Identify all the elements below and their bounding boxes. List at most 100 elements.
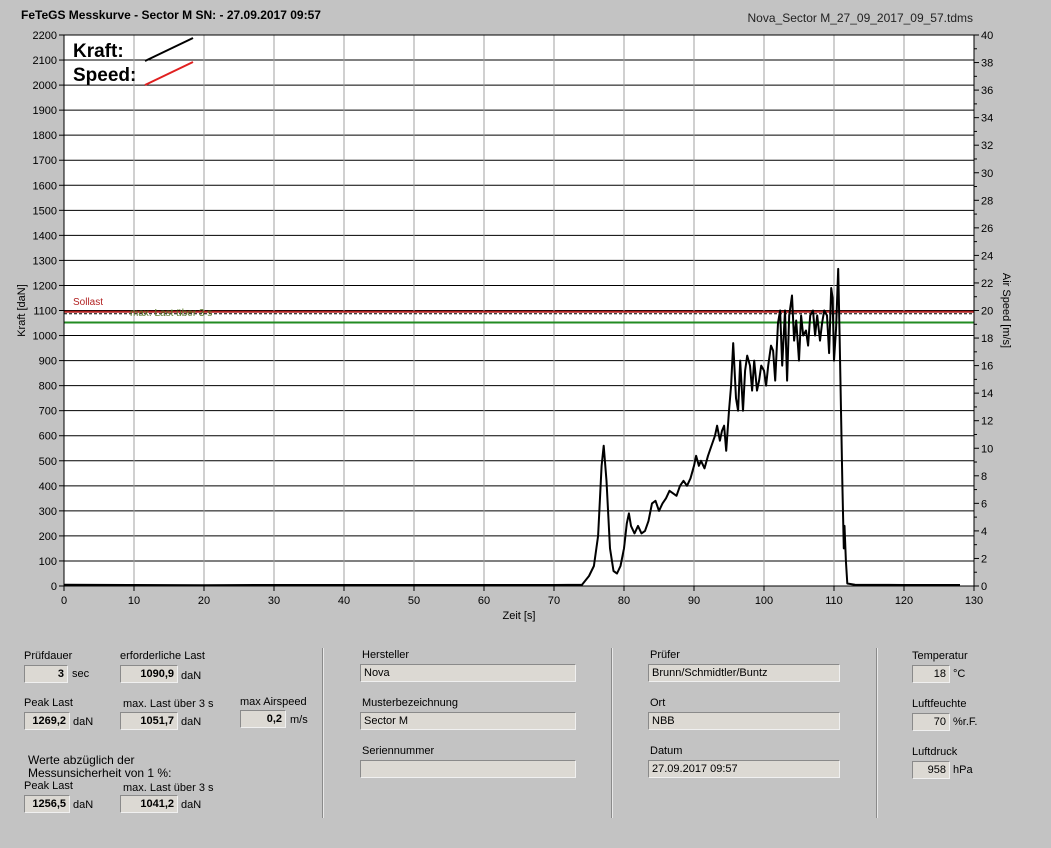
y-tick-label: 1100 — [33, 306, 57, 318]
peak-last-2-label: Peak Last — [24, 780, 73, 792]
werte-note-line2: Messunsicherheit von 1 %: — [28, 766, 172, 780]
luftdruck-unit: hPa — [953, 764, 973, 776]
hersteller-field[interactable]: Nova — [360, 664, 576, 682]
x-tick-label: 0 — [61, 595, 67, 607]
separator — [322, 648, 324, 818]
pruefdauer-value: 3 — [24, 665, 68, 683]
pruefer-label: Prüfer — [650, 649, 680, 661]
erforderliche-last-value: 1090,9 — [120, 665, 178, 683]
y-tick-label: 400 — [39, 481, 57, 493]
seriennummer-field[interactable] — [360, 760, 576, 778]
y-tick-label: 800 — [39, 381, 57, 393]
max-last-line-label: max. Last über 3 s — [130, 308, 212, 319]
y-tick-label: 300 — [39, 506, 57, 518]
separator — [876, 648, 878, 818]
max-airspeed-label: max Airspeed — [240, 696, 307, 708]
ort-field[interactable]: NBB — [648, 712, 840, 730]
temperatur-label: Temperatur — [912, 650, 968, 662]
luftdruck-value: 958 — [912, 761, 950, 779]
y-tick-label: 200 — [39, 531, 57, 543]
pruefdauer-label: Prüfdauer — [24, 650, 73, 662]
y-tick-label: 1300 — [33, 255, 57, 267]
musterbezeichnung-field[interactable]: Sector M — [360, 712, 576, 730]
peak-last-unit: daN — [73, 716, 94, 728]
musterbezeichnung-label: Musterbezeichnung — [362, 697, 459, 709]
y2-tick-label: 2 — [981, 553, 987, 565]
x-tick-label: 110 — [825, 595, 843, 607]
x-tick-label: 60 — [478, 595, 490, 607]
y2-tick-label: 32 — [981, 140, 993, 152]
temperatur-value: 18 — [912, 665, 950, 683]
hersteller-label: Hersteller — [362, 649, 410, 661]
y-tick-label: 1900 — [33, 105, 57, 117]
y-axis-label: Kraft [daN] — [16, 284, 28, 337]
luftfeuchte-unit: %r.F. — [953, 716, 978, 728]
y2-tick-label: 40 — [981, 30, 993, 42]
y2-tick-label: 12 — [981, 416, 993, 428]
y2-tick-label: 0 — [981, 581, 987, 593]
erforderliche-last-label: erforderliche Last — [120, 650, 205, 662]
ort-label: Ort — [650, 697, 666, 709]
max-airspeed-value: 0,2 — [240, 710, 286, 728]
x-axis-label: Zeit [s] — [502, 610, 535, 622]
y2-axis-label: Air Speed [m/s] — [1000, 273, 1012, 348]
x-tick-label: 90 — [688, 595, 700, 607]
y-tick-label: 1600 — [33, 180, 57, 192]
legend-label: Speed: — [73, 65, 136, 86]
y-tick-label: 1500 — [33, 205, 57, 217]
y2-tick-label: 10 — [981, 443, 993, 455]
separator — [611, 648, 613, 818]
max-last-label: max. Last über 3 s — [123, 698, 214, 710]
y-tick-label: 2200 — [33, 30, 57, 42]
x-tick-label: 100 — [755, 595, 773, 607]
werte-note-line1: Werte abzüglich der — [28, 753, 135, 767]
y-tick-label: 1000 — [33, 331, 57, 343]
x-tick-label: 80 — [618, 595, 630, 607]
y2-tick-label: 4 — [981, 526, 987, 538]
luftfeuchte-label: Luftfeuchte — [912, 698, 967, 710]
datum-field[interactable]: 27.09.2017 09:57 — [648, 760, 840, 778]
y-tick-label: 700 — [39, 406, 57, 418]
x-tick-label: 120 — [895, 595, 913, 607]
y2-tick-label: 24 — [981, 250, 993, 262]
force-chart: Sollastmax. Last über 3 s 01002003004005… — [16, 30, 1012, 622]
y-tick-label: 1200 — [33, 280, 57, 292]
max-last-2-value: 1041,2 — [120, 795, 178, 813]
y2-tick-label: 36 — [981, 85, 993, 97]
x-tick-label: 50 — [408, 595, 420, 607]
y2-tick-label: 28 — [981, 195, 993, 207]
y2-tick-label: 30 — [981, 168, 993, 180]
y-tick-label: 600 — [39, 431, 57, 443]
y-tick-label: 500 — [39, 456, 57, 468]
peak-last-label: Peak Last — [24, 697, 73, 709]
y-tick-label: 0 — [51, 581, 57, 593]
y-tick-label: 2100 — [33, 55, 57, 67]
erforderliche-last-unit: daN — [181, 670, 202, 682]
x-tick-label: 70 — [548, 595, 560, 607]
max-last-2-label: max. Last über 3 s — [123, 782, 214, 794]
seriennummer-label: Seriennummer — [362, 745, 435, 757]
x-tick-label: 40 — [338, 595, 350, 607]
luftfeuchte-value: 70 — [912, 713, 950, 731]
y-tick-label: 2000 — [33, 80, 57, 92]
max-last-2-unit: daN — [181, 799, 202, 811]
temperatur-unit: °C — [953, 668, 966, 680]
y2-tick-label: 16 — [981, 361, 993, 373]
x-tick-label: 130 — [965, 595, 983, 607]
y2-tick-label: 18 — [981, 333, 993, 345]
y2-tick-label: 38 — [981, 58, 993, 70]
x-tick-label: 30 — [268, 595, 280, 607]
peak-last-value: 1269,2 — [24, 712, 70, 730]
y-tick-label: 1800 — [33, 130, 57, 142]
y2-tick-label: 14 — [981, 388, 993, 400]
luftdruck-label: Luftdruck — [912, 746, 958, 758]
pruefdauer-unit: sec — [72, 668, 90, 680]
max-last-value: 1051,7 — [120, 712, 178, 730]
max-last-unit: daN — [181, 716, 202, 728]
legend-label: Kraft: — [73, 41, 124, 62]
y-tick-label: 1400 — [33, 230, 57, 242]
y2-tick-label: 6 — [981, 498, 987, 510]
peak-last-2-unit: daN — [73, 799, 94, 811]
y-tick-label: 100 — [39, 556, 57, 568]
pruefer-field[interactable]: Brunn/Schmidtler/Buntz — [648, 664, 840, 682]
